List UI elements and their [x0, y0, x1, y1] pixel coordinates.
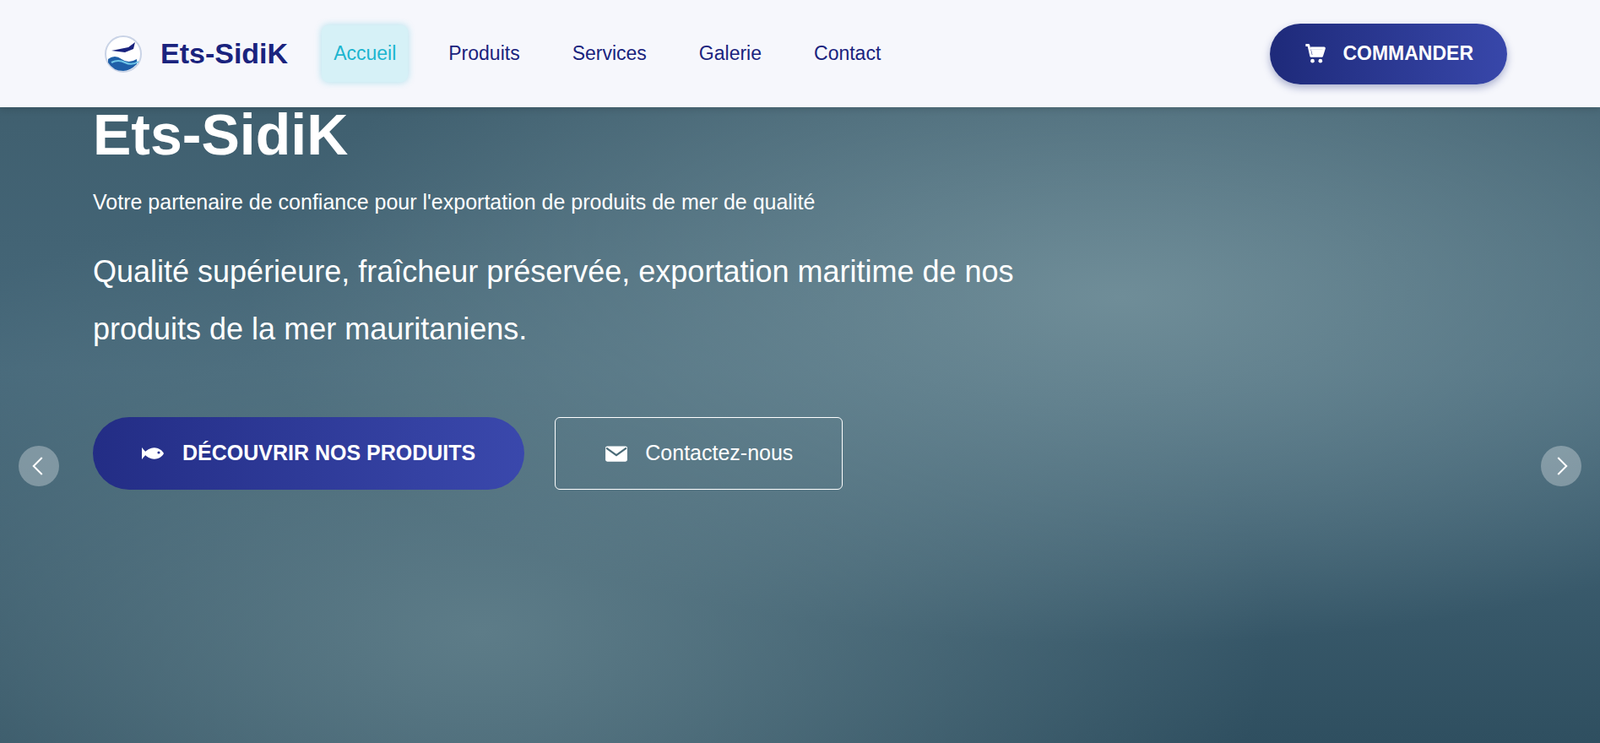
contact-button[interactable]: Contactez-nous	[554, 417, 843, 490]
contact-button-label: Contactez-nous	[645, 440, 793, 466]
hero-subtitle: Votre partenaire de confiance pour l'exp…	[92, 189, 1600, 215]
order-button-label: COMMANDER	[1342, 42, 1474, 66]
nav-menu: Accueil Produits Services Galerie Contact	[321, 25, 893, 82]
nav-link[interactable]: Galerie	[687, 25, 774, 82]
nav-link[interactable]: Produits	[436, 25, 532, 82]
carousel-prev[interactable]	[18, 445, 60, 487]
envelope-icon	[604, 444, 629, 463]
products-button-label: DÉCOUVRIR NOS PRODUITS	[182, 440, 476, 466]
page: Ets-SidiK Accueil Produits Services Galerie…	[0, 0, 1600, 743]
brand-name: Ets-SidiK	[160, 37, 288, 71]
cart-icon	[1303, 42, 1328, 66]
products-button[interactable]: DÉCOUVRIR NOS PRODUITS	[92, 417, 525, 490]
fish-icon	[141, 444, 166, 463]
navbar: Ets-SidiK Accueil Produits Services Galerie…	[0, 0, 1600, 108]
carousel-next[interactable]	[1540, 445, 1582, 487]
brand[interactable]: Ets-SidiK	[103, 33, 288, 75]
hero-title: Ets-SidiK	[92, 103, 1600, 167]
nav-link[interactable]: Services	[560, 25, 659, 82]
hero: Ets-SidiK Votre partenaire de confiance …	[0, 0, 1600, 743]
hero-buttons: DÉCOUVRIR NOS PRODUITS Contactez-nous	[92, 417, 1600, 490]
chevron-right-icon	[1548, 453, 1574, 479]
hero-tagline: Qualité supérieure, fraîcheur préservée,…	[92, 243, 1056, 358]
chevron-left-icon	[26, 453, 52, 479]
nav-link[interactable]: Contact	[802, 25, 893, 82]
logo-icon	[103, 33, 144, 75]
order-button[interactable]: COMMANDER	[1269, 23, 1508, 85]
nav-link[interactable]: Accueil	[321, 25, 408, 82]
